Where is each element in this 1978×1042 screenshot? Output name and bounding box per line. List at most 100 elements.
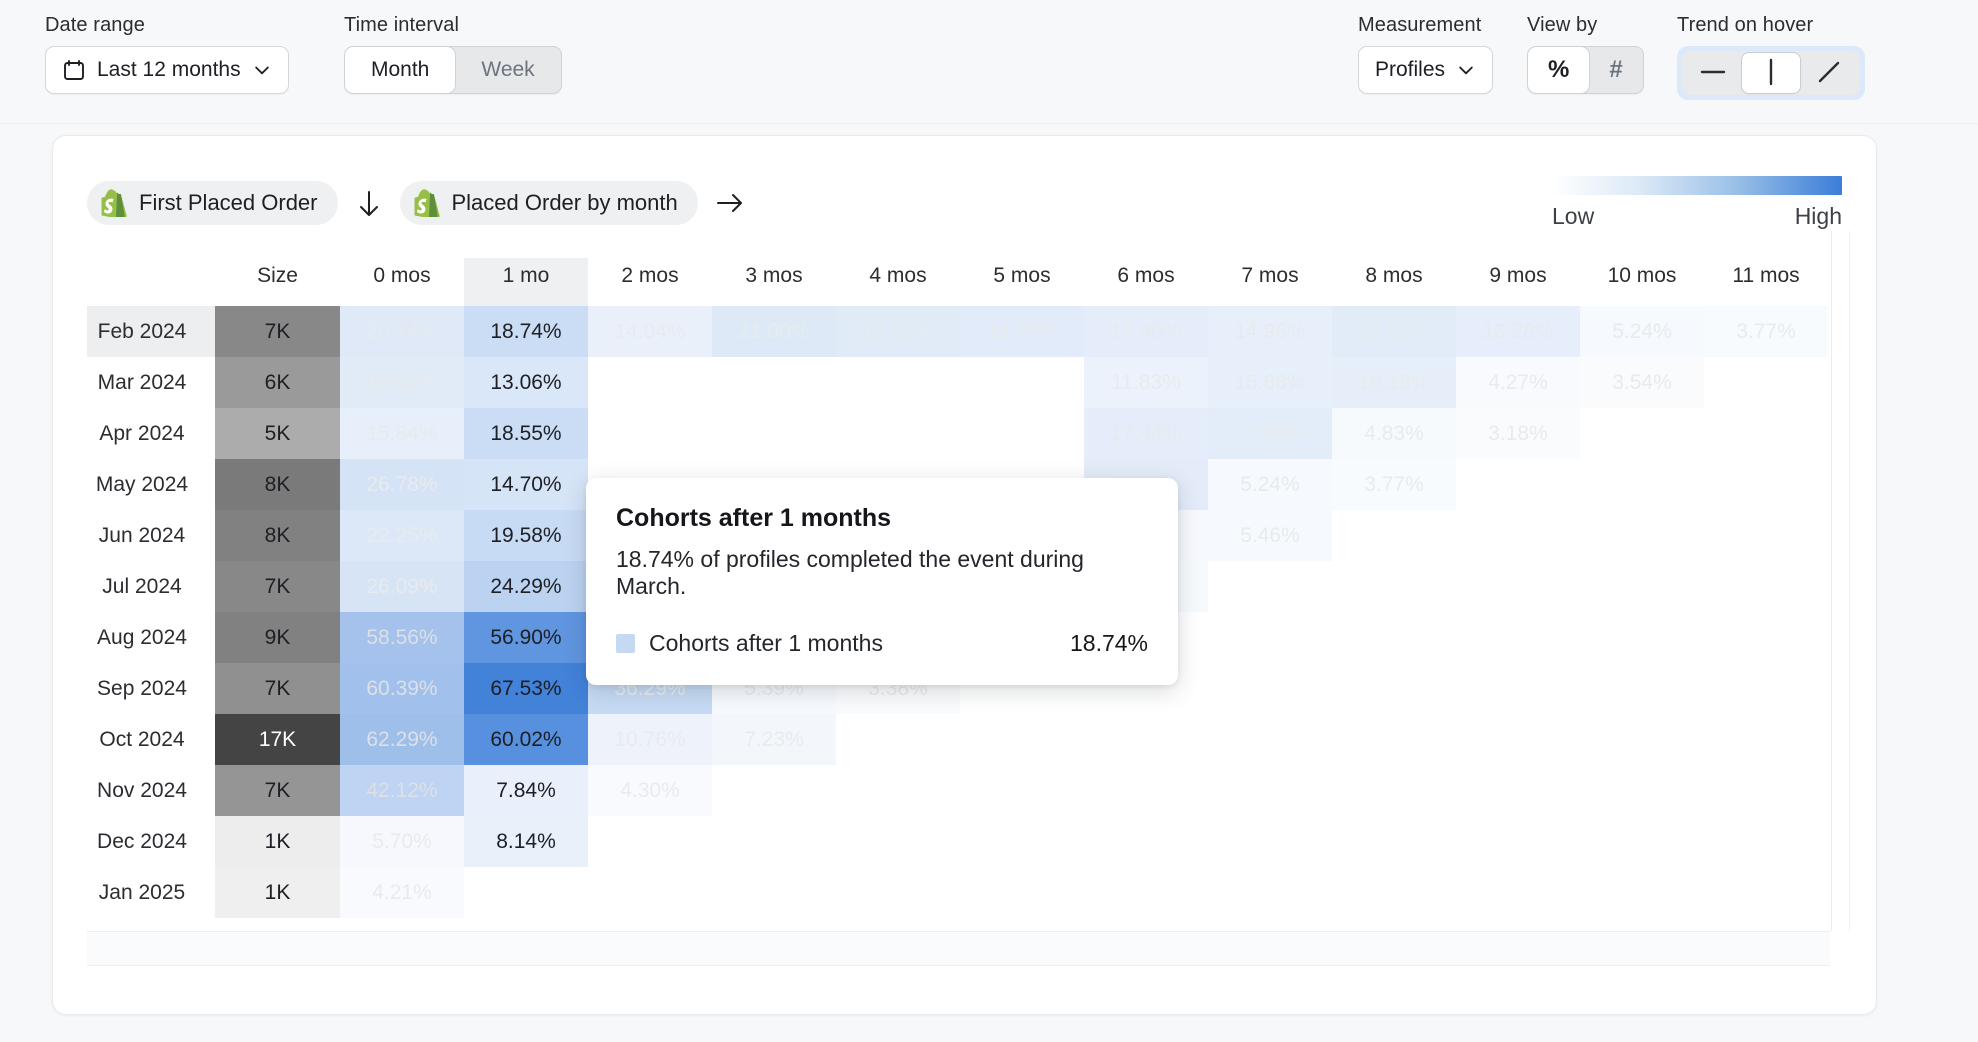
cohort-size-cell[interactable]: 1K (215, 816, 340, 867)
table-row[interactable]: Oct 202417K62.29%60.02%10.76%7.23% (87, 714, 1828, 765)
time-interval-week-button[interactable]: Week (455, 47, 560, 93)
cohort-value-cell[interactable]: 5.46% (1208, 510, 1332, 561)
trend-diagonal-line-button[interactable] (1800, 53, 1858, 93)
cohort-value-cell[interactable]: 26.78% (340, 459, 464, 510)
cohort-value-cell[interactable]: 5.24% (1580, 306, 1704, 357)
table-row[interactable]: Dec 20241K5.70%8.14% (87, 816, 1828, 867)
col-header-11-mos[interactable]: 11 mos (1704, 258, 1828, 306)
col-header-9-mos[interactable]: 9 mos (1456, 258, 1580, 306)
cohort-value-cell[interactable]: 17.69% (1208, 408, 1332, 459)
cohort-value-cell[interactable]: 4.27% (1456, 357, 1580, 408)
chip-first-placed-order[interactable]: First Placed Order (87, 181, 338, 225)
cohort-value-cell[interactable]: 18.51% (1332, 306, 1456, 357)
cohort-value-cell[interactable]: 4.83% (1332, 408, 1456, 459)
col-header-5-mos[interactable]: 5 mos (960, 258, 1084, 306)
trend-vertical-bar-button[interactable] (1742, 53, 1800, 93)
cohort-value-cell[interactable]: 11.83% (1084, 357, 1208, 408)
cohort-size-cell[interactable]: 8K (215, 510, 340, 561)
cohort-value-cell[interactable]: 18.79% (960, 306, 1084, 357)
measurement-select[interactable]: Profiles (1358, 46, 1493, 94)
col-header-7-mos[interactable]: 7 mos (1208, 258, 1332, 306)
cohort-value-cell[interactable]: 15.84% (340, 408, 464, 459)
cohort-value-cell[interactable]: 3.77% (1332, 459, 1456, 510)
col-header-1-mo[interactable]: 1 mo (464, 258, 588, 306)
cohort-value-cell[interactable]: 22.25% (340, 510, 464, 561)
col-header-8-mos[interactable]: 8 mos (1332, 258, 1456, 306)
cohort-value-cell[interactable]: 8.14% (464, 816, 588, 867)
cohort-size-cell[interactable]: 6K (215, 357, 340, 408)
cohort-value-cell (836, 714, 960, 765)
cohort-value-cell[interactable]: 18.74% (464, 306, 588, 357)
cohort-value-cell[interactable]: 13.06% (464, 357, 588, 408)
cohort-size-cell[interactable]: 17K (215, 714, 340, 765)
cohort-value-cell[interactable]: 67.53% (464, 663, 588, 714)
cohort-value-cell[interactable]: 60.39% (340, 663, 464, 714)
cohort-value-cell[interactable]: 26.09% (340, 561, 464, 612)
cohort-value-cell[interactable]: 21.00% (712, 306, 836, 357)
cohort-size-cell[interactable]: 7K (215, 663, 340, 714)
time-interval-month-button[interactable]: Month (345, 47, 455, 93)
tooltip-series-name: Cohorts after 1 months (649, 630, 1070, 657)
cohort-value-cell (1456, 561, 1580, 612)
table-row[interactable]: Nov 20247K42.12%7.84%4.30% (87, 765, 1828, 816)
cohort-size-cell[interactable]: 7K (215, 561, 340, 612)
horizontal-scrollbar[interactable] (87, 932, 1830, 966)
cohort-value-cell[interactable]: 17.40% (1084, 306, 1208, 357)
cohort-size-cell[interactable]: 8K (215, 459, 340, 510)
table-row[interactable]: Feb 20247K20.74%18.74%14.04%21.00%19.01%… (87, 306, 1828, 357)
arrow-right-icon (712, 186, 746, 220)
cohort-value-cell[interactable]: 19.01% (836, 306, 960, 357)
table-row[interactable]: Mar 20246K19.01%13.06%11.83%15.68%16.18%… (87, 357, 1828, 408)
col-header-2-mos[interactable]: 2 mos (588, 258, 712, 306)
cohort-size-cell[interactable]: 9K (215, 612, 340, 663)
col-header-size[interactable]: Size (215, 258, 340, 306)
table-row[interactable]: Jan 20251K4.21% (87, 867, 1828, 918)
cohort-value-cell[interactable]: 4.30% (588, 765, 712, 816)
cohort-value-cell[interactable]: 3.77% (1704, 306, 1828, 357)
cohort-value-cell[interactable]: 10.76% (588, 714, 712, 765)
cohort-value-cell[interactable]: 14.96% (1208, 306, 1332, 357)
cohort-value-cell[interactable]: 3.54% (1580, 357, 1704, 408)
cohort-value-cell[interactable]: 3.18% (1456, 408, 1580, 459)
time-interval-control: Time interval Month Week (344, 14, 562, 94)
cohort-value-cell[interactable]: 15.68% (1208, 357, 1332, 408)
cohort-value-cell[interactable]: 7.23% (712, 714, 836, 765)
cohort-value-cell (836, 765, 960, 816)
cohort-value-cell[interactable]: 7.84% (464, 765, 588, 816)
cohort-value-cell[interactable]: 19.58% (464, 510, 588, 561)
cohort-value-cell[interactable]: 5.70% (340, 816, 464, 867)
cohort-value-cell[interactable]: 20.74% (340, 306, 464, 357)
chip-placed-order-by-month[interactable]: Placed Order by month (400, 181, 698, 225)
cohort-value-cell[interactable]: 58.56% (340, 612, 464, 663)
col-header-10-mos[interactable]: 10 mos (1580, 258, 1704, 306)
cohort-size-cell[interactable]: 5K (215, 408, 340, 459)
cohort-value-cell[interactable]: 16.18% (1332, 357, 1456, 408)
cohort-size-cell[interactable]: 7K (215, 306, 340, 357)
col-header-4-mos[interactable]: 4 mos (836, 258, 960, 306)
trend-horizontal-line-button[interactable] (1684, 53, 1742, 93)
cohort-value-cell[interactable]: 14.70% (464, 459, 588, 510)
cohort-value-cell[interactable]: 56.90% (464, 612, 588, 663)
col-header-0-mos[interactable]: 0 mos (340, 258, 464, 306)
cohort-value-cell[interactable]: 16.28% (1456, 306, 1580, 357)
cohort-value-cell[interactable]: 18.55% (464, 408, 588, 459)
table-row[interactable]: Apr 20245K15.84%18.55%17.44%17.69%4.83%3… (87, 408, 1828, 459)
cohort-value-cell[interactable]: 17.44% (1084, 408, 1208, 459)
cohort-value-cell[interactable]: 62.29% (340, 714, 464, 765)
cohort-value-cell[interactable]: 14.04% (588, 306, 712, 357)
vertical-scrollbar[interactable] (1849, 231, 1850, 931)
cohort-value-cell[interactable]: 5.24% (1208, 459, 1332, 510)
view-by-count-button[interactable]: # (1589, 47, 1642, 93)
cohort-value-cell[interactable]: 4.21% (340, 867, 464, 918)
cohort-value-cell[interactable]: 60.02% (464, 714, 588, 765)
cohort-value-cell[interactable]: 19.01% (340, 357, 464, 408)
cohort-size-cell[interactable]: 7K (215, 765, 340, 816)
col-header-6-mos[interactable]: 6 mos (1084, 258, 1208, 306)
cohort-value-cell[interactable]: 24.29% (464, 561, 588, 612)
date-range-select[interactable]: Last 12 months (45, 46, 289, 94)
view-by-percent-button[interactable]: % (1528, 47, 1589, 93)
cohort-value-cell[interactable]: 42.12% (340, 765, 464, 816)
cohort-value-cell (1208, 816, 1332, 867)
col-header-3-mos[interactable]: 3 mos (712, 258, 836, 306)
cohort-size-cell[interactable]: 1K (215, 867, 340, 918)
